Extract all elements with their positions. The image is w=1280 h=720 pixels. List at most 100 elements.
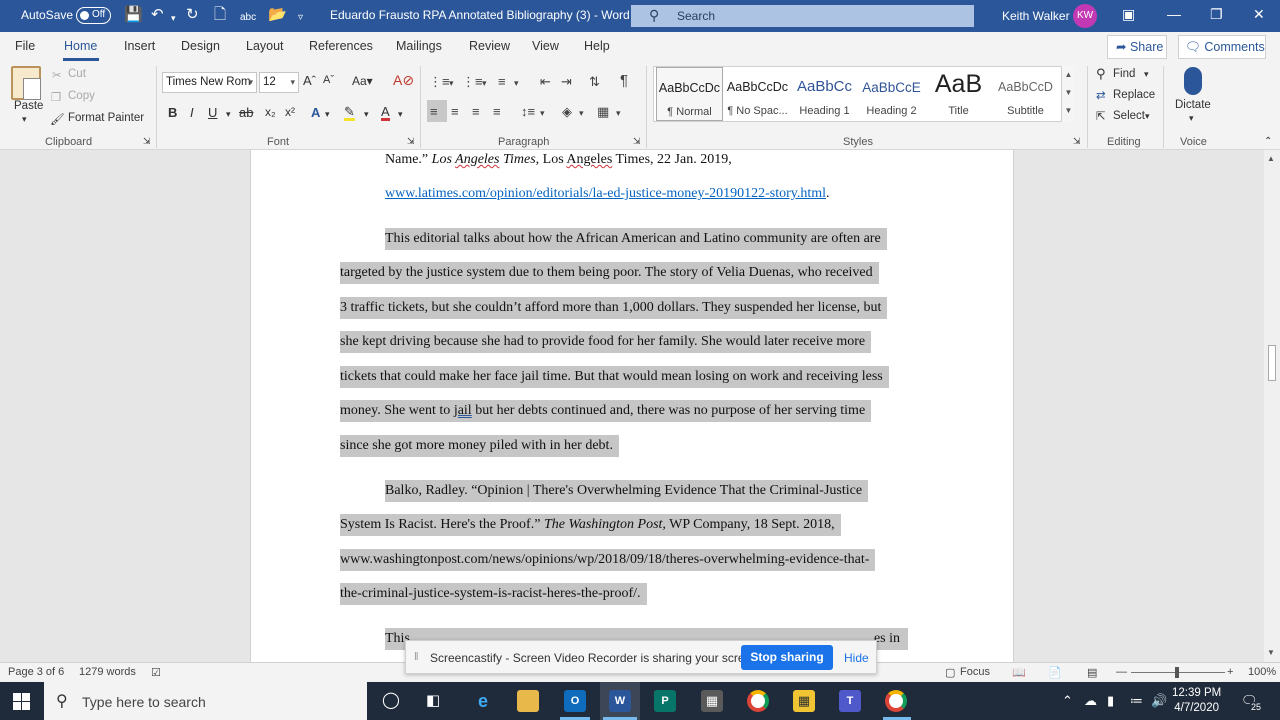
cut-button[interactable]: Cut (68, 68, 86, 80)
battery-icon[interactable]: ▮ (1107, 693, 1114, 709)
highlight-icon[interactable]: ✎ (344, 105, 355, 121)
format-painter-button[interactable]: Format Painter (68, 112, 144, 124)
dictate-button[interactable]: Dictate (1175, 99, 1211, 111)
paste-button[interactable]: Paste (14, 100, 43, 112)
italic-icon[interactable]: I (190, 105, 194, 120)
close-icon[interactable]: ✕ (1253, 6, 1265, 23)
zoom-in-icon[interactable]: + (1227, 666, 1233, 678)
tab-view[interactable]: View (532, 39, 559, 53)
minimize-icon[interactable]: — (1167, 6, 1181, 22)
increase-indent-icon[interactable]: ⇥ (561, 74, 572, 90)
font-size-combo[interactable]: 12 ▾ (259, 72, 299, 93)
spelling-icon[interactable]: abc (240, 9, 256, 27)
font-name-combo[interactable]: Times New Rom ▾ (162, 72, 257, 93)
find-button[interactable]: Find (1113, 68, 1135, 80)
stop-sharing-button[interactable]: Stop sharing (741, 645, 833, 670)
bold-icon[interactable]: B (168, 105, 177, 120)
align-left-icon[interactable]: ≡ (430, 104, 438, 119)
sort-icon[interactable]: ⇅ (589, 74, 600, 90)
collapse-ribbon-icon[interactable]: ⌃ (1264, 136, 1272, 147)
clear-formatting-icon[interactable]: A⊘ (393, 72, 414, 89)
tab-home[interactable]: Home (64, 39, 97, 53)
calculator-icon[interactable]: ▦ (701, 690, 723, 712)
vertical-scrollbar[interactable]: ▲ ▼ (1264, 150, 1280, 662)
tab-mailings[interactable]: Mailings (396, 39, 442, 53)
font-color-icon[interactable]: A (381, 105, 390, 121)
shading-dropdown-icon[interactable]: ▾ (579, 108, 584, 119)
word-icon[interactable]: W (609, 690, 631, 712)
search-box[interactable]: ⚲ Search (631, 5, 974, 27)
document-page[interactable]: Name.” Los Angeles Times, Los Angeles Ti… (250, 150, 1014, 662)
comments-button[interactable]: 🗨 Comments (1178, 35, 1266, 59)
multilevel-dropdown-icon[interactable]: ▾ (514, 78, 519, 89)
word-count[interactable]: 1279 words (79, 666, 136, 678)
underline-dropdown-icon[interactable]: ▾ (226, 109, 231, 120)
focus-icon[interactable]: ▢ (945, 666, 955, 679)
scroll-up-icon[interactable]: ▲ (1267, 154, 1275, 163)
numbering-dropdown-icon[interactable]: ▾ (482, 78, 487, 89)
multilevel-list-icon[interactable]: ≡ (498, 74, 506, 89)
style-title[interactable]: AaB Title (925, 67, 992, 121)
paste-icon[interactable] (11, 66, 41, 100)
customize-qat-icon[interactable]: ▿ (298, 9, 303, 27)
select-dropdown-icon[interactable]: ▾ (1145, 111, 1150, 122)
style-normal[interactable]: AaBbCcDc ¶ Normal (656, 67, 723, 121)
format-painter-icon[interactable]: 🖌 (50, 112, 65, 126)
web-layout-icon[interactable]: ▤ (1087, 666, 1097, 679)
store-icon[interactable]: ▦ (793, 690, 815, 712)
autosave-toggle[interactable]: Off (76, 7, 111, 24)
tab-layout[interactable]: Layout (246, 39, 284, 53)
superscript-icon[interactable]: x² (285, 105, 295, 119)
subscript-icon[interactable]: x₂ (265, 105, 276, 119)
style-heading-2[interactable]: AaBbCcE Heading 2 (858, 67, 925, 121)
read-mode-icon[interactable]: 📖 (1012, 666, 1026, 679)
zoom-out-icon[interactable]: — (1116, 666, 1127, 678)
more-styles-icon[interactable]: ▼ (1062, 102, 1075, 120)
zoom-level[interactable]: 100% (1248, 666, 1276, 678)
font-color-dropdown-icon[interactable]: ▾ (398, 109, 403, 120)
page-count[interactable]: Page 3 of 6 (8, 666, 64, 678)
teams-icon[interactable]: T (839, 690, 861, 712)
chevron-up-icon[interactable]: ▲ (1062, 66, 1075, 84)
volume-icon[interactable]: 🔊 (1151, 693, 1167, 709)
clipboard-launcher-icon[interactable]: ⇲ (143, 136, 151, 147)
style-no-spacing[interactable]: AaBbCcDc ¶ No Spac... (724, 67, 791, 121)
scroll-down-icon[interactable]: ▼ (1267, 648, 1275, 657)
tab-design[interactable]: Design (181, 39, 220, 53)
highlight-dropdown-icon[interactable]: ▾ (364, 109, 369, 120)
paste-dropdown-icon[interactable]: ▾ (22, 114, 27, 125)
file-explorer-icon[interactable] (517, 690, 539, 712)
outlook-icon[interactable]: O (564, 690, 586, 712)
task-view-icon[interactable]: ◧ (426, 691, 440, 709)
new-document-icon[interactable]: 🗋 (214, 6, 226, 24)
show-hidden-icons-icon[interactable]: ⌃ (1062, 693, 1073, 709)
microphone-icon[interactable] (1184, 67, 1202, 95)
save-icon[interactable]: 💾 (124, 6, 143, 24)
user-name[interactable]: Keith Walker (1002, 9, 1070, 23)
ribbon-display-icon[interactable]: ▣ (1122, 6, 1135, 23)
proofing-icon[interactable]: ☑ (151, 666, 161, 679)
style-heading-1[interactable]: AaBbCc Heading 1 (791, 67, 858, 121)
cut-icon[interactable]: ✂ (52, 68, 62, 82)
scroll-thumb[interactable] (1268, 345, 1276, 381)
select-icon[interactable]: ⇱ (1096, 109, 1106, 123)
borders-dropdown-icon[interactable]: ▾ (616, 108, 621, 119)
print-layout-icon[interactable]: 📄 (1048, 666, 1062, 679)
edge-icon[interactable]: e (472, 690, 494, 712)
numbering-icon[interactable]: ⋮≡ (462, 74, 483, 90)
publisher-icon[interactable]: P (654, 690, 676, 712)
copy-icon[interactable]: ❐ (51, 90, 61, 104)
text-effects-icon[interactable]: A (311, 105, 320, 120)
system-clock[interactable]: 12:39 PM 4/7/2020 (1172, 686, 1221, 716)
text-effects-dropdown-icon[interactable]: ▾ (325, 109, 330, 120)
onedrive-icon[interactable]: ☁ (1084, 693, 1097, 709)
dictate-dropdown-icon[interactable]: ▾ (1189, 113, 1194, 124)
share-button[interactable]: ➦ Share (1107, 35, 1167, 59)
network-icon[interactable]: ≔ (1130, 693, 1143, 709)
select-button[interactable]: Select (1113, 110, 1145, 122)
copy-button[interactable]: Copy (68, 90, 95, 102)
decrease-indent-icon[interactable]: ⇤ (540, 74, 551, 90)
cortana-icon[interactable]: ◯ (382, 690, 400, 710)
borders-icon[interactable]: ▦ (597, 104, 609, 120)
align-center-icon[interactable]: ≡ (451, 104, 459, 119)
